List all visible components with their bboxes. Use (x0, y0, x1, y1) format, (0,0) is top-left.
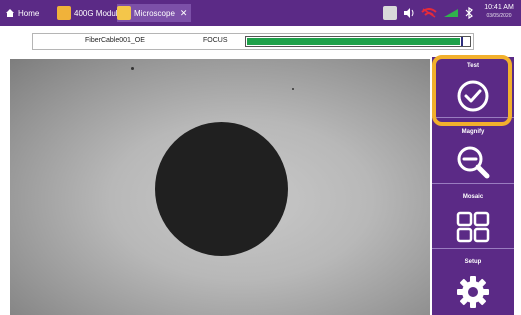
magnify-button-label: Magnify (461, 129, 485, 135)
wifi-off-icon[interactable] (421, 8, 437, 18)
file-name: FiberCable001_OE (85, 37, 145, 44)
mosaic-button-label: Mosaic (462, 194, 484, 200)
test-button-highlight (432, 55, 512, 126)
mosaic-icon (456, 211, 490, 243)
clock-time: 10:41 AM (484, 4, 514, 11)
clock: 10:41 AM 03/05/2020 (479, 3, 519, 23)
tab-microscope[interactable]: Microscope ✕ (117, 4, 192, 22)
mosaic-button[interactable]: Mosaic (432, 188, 514, 249)
status-area: 10:41 AM 03/05/2020 (383, 0, 521, 26)
top-bar: Home 400G Module Microscope ✕ 10:41 AM 0… (0, 0, 521, 26)
bluetooth-icon[interactable] (465, 7, 473, 19)
setup-button-label: Setup (464, 259, 482, 265)
contamination-speck (131, 67, 134, 70)
setup-button[interactable]: Setup (432, 253, 514, 314)
device-icon (383, 6, 397, 20)
focus-label: FOCUS (203, 37, 228, 44)
focus-meter (245, 36, 471, 47)
contamination-speck (292, 88, 294, 90)
focus-meter-fill (247, 38, 460, 45)
network-icon[interactable] (443, 8, 459, 18)
speaker-icon[interactable] (403, 8, 415, 18)
focus-bar: FiberCable001_OE FOCUS (32, 33, 474, 50)
magnify-button[interactable]: Magnify (432, 123, 514, 184)
focus-marker (461, 37, 463, 46)
tab-microscope-label: Microscope (134, 8, 175, 18)
tab-400g-module[interactable]: 400G Module (57, 4, 122, 22)
module-icon (57, 6, 71, 20)
gear-icon (457, 276, 489, 308)
tab-home-label: Home (18, 8, 40, 18)
close-icon[interactable]: ✕ (180, 8, 188, 19)
tab-module-label: 400G Module (74, 8, 123, 18)
microscope-view[interactable] (10, 59, 430, 315)
microscope-icon (117, 6, 131, 20)
tab-home[interactable]: Home (5, 4, 39, 22)
magnify-icon (457, 146, 490, 179)
clock-date: 03/05/2020 (486, 13, 512, 19)
home-icon (6, 9, 14, 17)
fiber-end-face (155, 122, 288, 256)
